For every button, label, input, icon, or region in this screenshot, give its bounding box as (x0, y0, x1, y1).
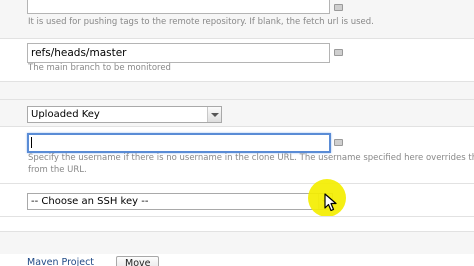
branch-help-text: The main branch to be monitored (28, 63, 171, 73)
fetch-url-help-text: It is used for pushing tags to the remot… (28, 17, 374, 27)
spacer-band (0, 82, 474, 99)
text-caret (31, 137, 32, 148)
auth-type-selected-label: Uploaded Key (31, 109, 100, 120)
divider (0, 126, 474, 127)
branch-input[interactable]: refs/heads/master (27, 43, 330, 63)
ssh-key-selected-label: -- Choose an SSH key -- (31, 196, 149, 207)
divider (0, 38, 474, 39)
help-icon[interactable] (334, 4, 343, 11)
username-help-text-continued: from the URL. (28, 165, 87, 175)
username-help-text: Specify the username if there is no user… (28, 153, 474, 163)
username-input[interactable] (27, 133, 331, 153)
divider (0, 231, 474, 232)
move-button[interactable]: Move (116, 256, 160, 266)
dropdown-arrow-icon[interactable] (207, 107, 221, 122)
divider (0, 183, 474, 184)
ssh-key-select[interactable]: -- Choose an SSH key -- (27, 193, 333, 210)
help-icon[interactable] (334, 139, 343, 146)
mouse-cursor-icon (324, 193, 337, 212)
help-icon[interactable] (334, 49, 343, 56)
build-type-link[interactable]: Maven Project (27, 257, 94, 266)
spacer-band (0, 232, 474, 254)
settings-form: It is used for pushing tags to the remot… (0, 0, 474, 266)
divider (0, 216, 474, 217)
auth-type-select[interactable]: Uploaded Key (27, 106, 222, 123)
fetch-url-input[interactable] (27, 0, 330, 14)
